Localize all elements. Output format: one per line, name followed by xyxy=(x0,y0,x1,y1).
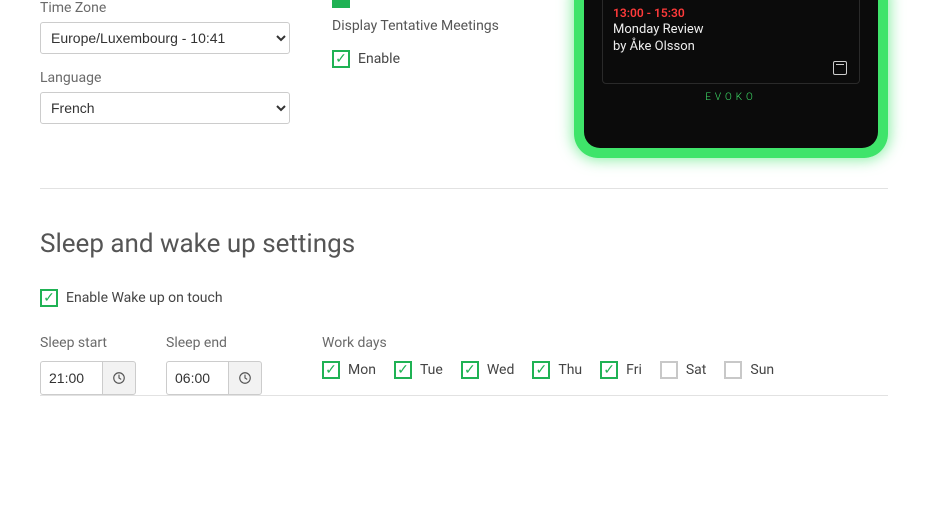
workday-fri-checkbox[interactable]: ✓ xyxy=(600,361,618,379)
sleep-section-heading: Sleep and wake up settings xyxy=(40,229,888,259)
tentative-heading: Display Tentative Meetings xyxy=(332,18,542,34)
sleep-start-clock-button[interactable] xyxy=(102,361,136,395)
workday-mon-checkbox[interactable]: ✓ xyxy=(322,361,340,379)
sleep-end-input[interactable] xyxy=(166,361,228,395)
checkbox-partial-icon xyxy=(332,0,350,8)
sleep-end-label: Sleep end xyxy=(166,335,262,351)
tentative-enable-label: Enable xyxy=(358,51,400,67)
workday-tue-checkbox[interactable]: ✓ xyxy=(394,361,412,379)
workday-wed-label: Wed xyxy=(487,362,515,378)
workday-sun-checkbox[interactable]: ✓ xyxy=(724,361,742,379)
clock-icon xyxy=(238,371,252,385)
tentative-enable-checkbox[interactable]: ✓ xyxy=(332,50,350,68)
workday-mon-label: Mon xyxy=(348,362,376,378)
wake-on-touch-label: Enable Wake up on touch xyxy=(66,290,223,306)
device-meeting-time: 13:00 - 15:30 xyxy=(613,6,849,20)
workday-sun-label: Sun xyxy=(750,362,774,378)
device-preview: 13:00 - 15:30 Monday Review by Åke Olsso… xyxy=(574,0,888,158)
workday-thu-label: Thu xyxy=(558,362,582,378)
sleep-start-label: Sleep start xyxy=(40,335,136,351)
language-label: Language xyxy=(40,70,310,86)
workday-thu-checkbox[interactable]: ✓ xyxy=(532,361,550,379)
language-select[interactable]: French xyxy=(40,92,290,124)
workday-fri-label: Fri xyxy=(626,362,642,378)
workday-tue-label: Tue xyxy=(420,362,443,378)
device-meeting-by: by Åke Olsson xyxy=(613,39,849,56)
device-meeting-title: Monday Review xyxy=(613,22,849,39)
clock-icon xyxy=(112,371,126,385)
device-brand: EVOKO xyxy=(602,92,860,103)
sleep-start-input[interactable] xyxy=(40,361,102,395)
timezone-select[interactable]: Europe/Luxembourg - 10:41 xyxy=(40,22,290,54)
timezone-label: Time Zone xyxy=(40,0,310,16)
sleep-end-clock-button[interactable] xyxy=(228,361,262,395)
calendar-icon xyxy=(833,61,847,75)
wake-on-touch-checkbox[interactable]: ✓ xyxy=(40,289,58,307)
workday-sat-label: Sat xyxy=(686,362,707,378)
workday-wed-checkbox[interactable]: ✓ xyxy=(461,361,479,379)
workday-sat-checkbox[interactable]: ✓ xyxy=(660,361,678,379)
workdays-label: Work days xyxy=(322,335,774,351)
